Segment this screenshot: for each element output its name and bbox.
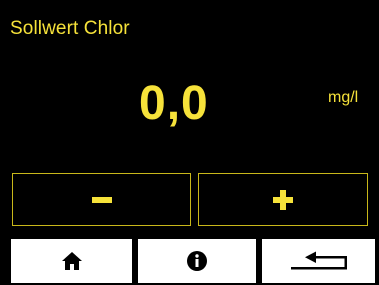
back-button[interactable] bbox=[262, 239, 375, 283]
decrement-button[interactable] bbox=[12, 173, 191, 226]
unit-label: mg/l bbox=[328, 89, 359, 106]
home-icon bbox=[61, 252, 82, 270]
setpoint-value: 0,0 bbox=[139, 77, 209, 130]
home-button[interactable] bbox=[11, 239, 132, 283]
back-arrow-icon bbox=[290, 251, 347, 270]
info-icon bbox=[187, 251, 207, 271]
page-title: Sollwert Chlor bbox=[10, 18, 130, 39]
minus-icon bbox=[91, 196, 112, 203]
increment-button[interactable] bbox=[198, 173, 368, 226]
plus-icon bbox=[273, 189, 293, 210]
info-button[interactable] bbox=[138, 239, 256, 283]
setpoint-screen: Sollwert Chlor 0,0 mg/l bbox=[0, 0, 379, 285]
